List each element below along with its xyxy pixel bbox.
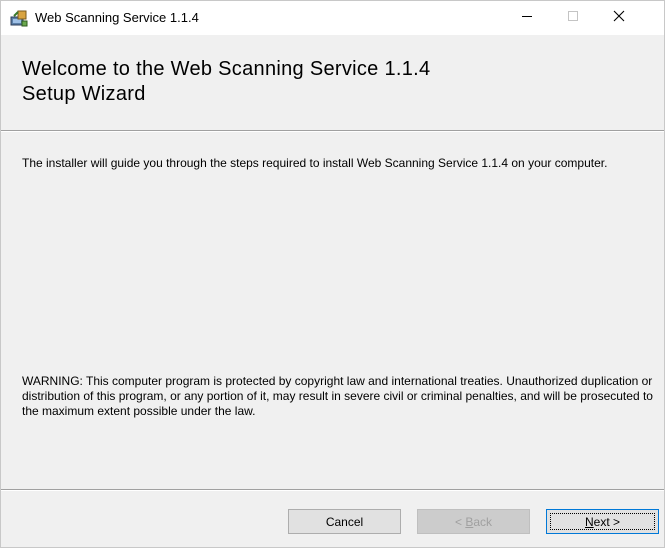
close-button[interactable] xyxy=(596,1,642,35)
back-prefix: < xyxy=(454,514,466,529)
cancel-label: Cancel xyxy=(325,514,364,529)
close-icon xyxy=(613,9,625,27)
installer-icon xyxy=(10,9,28,27)
minimize-button[interactable] xyxy=(504,1,550,35)
heading-line-1: Welcome to the Web Scanning Service 1.1.… xyxy=(22,58,431,80)
focus-rect xyxy=(550,513,655,530)
intro-text: The installer will guide you through the… xyxy=(22,156,608,170)
minimize-icon xyxy=(521,9,533,27)
window-title: Web Scanning Service 1.1.4 xyxy=(35,10,199,25)
setup-wizard-window: Web Scanning Service 1.1.4 Welcome to th… xyxy=(0,0,665,548)
copyright-warning: WARNING: This computer program is protec… xyxy=(22,374,653,418)
footer-divider xyxy=(1,489,664,491)
wizard-heading: Welcome to the Web Scanning Service 1.1.… xyxy=(22,57,430,107)
heading-line-2: Setup Wizard xyxy=(22,83,146,105)
back-label: < Back xyxy=(455,515,492,529)
next-button[interactable]: Next > xyxy=(546,509,659,534)
title-bar[interactable]: Web Scanning Service 1.1.4 xyxy=(1,1,664,35)
wizard-header: Welcome to the Web Scanning Service 1.1.… xyxy=(1,35,664,130)
maximize-icon xyxy=(567,9,579,27)
back-rest: ack xyxy=(473,514,493,529)
header-divider xyxy=(1,130,664,132)
maximize-button xyxy=(550,1,596,35)
back-button: < Back xyxy=(417,509,530,534)
cancel-button[interactable]: Cancel xyxy=(288,509,401,534)
